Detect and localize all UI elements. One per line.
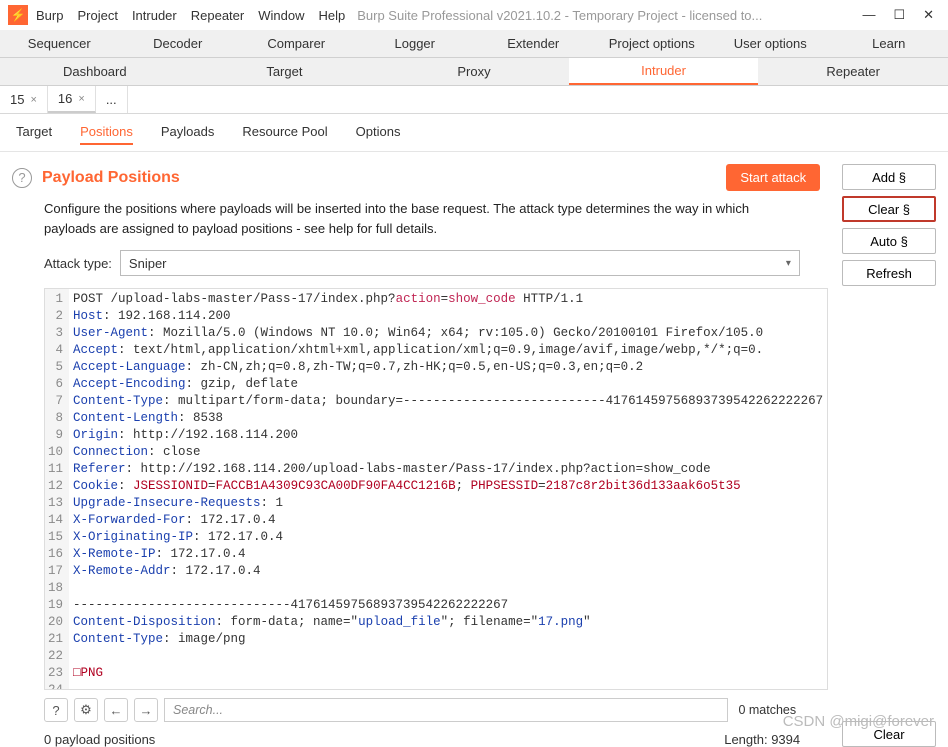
tool-tabs-row1: SequencerDecoderComparerLoggerExtenderPr… [0,30,948,58]
tab-decoder[interactable]: Decoder [119,30,238,57]
search-placeholder: Search... [173,703,223,717]
code-line: □PNG [73,665,823,682]
help-icon[interactable]: ? [44,698,68,722]
app-logo: ⚡ [8,5,28,25]
tab-extender[interactable]: Extender [474,30,593,57]
minimize-button[interactable]: — [862,7,875,23]
prev-match-button[interactable]: ← [104,698,128,722]
subtab-16[interactable]: 16 × [48,86,96,113]
gear-icon[interactable]: ⚙ [74,698,98,722]
conf-tab-options[interactable]: Options [356,120,401,145]
subtab-...[interactable]: ... [96,86,128,113]
close-icon[interactable]: × [30,94,36,106]
subtab-label: 16 [58,91,72,106]
line-gutter: 1234567891011121314151617181920212223242… [45,289,69,689]
config-tabs: Target Positions Payloads Resource Pool Opti… [0,114,948,152]
help-icon[interactable]: ? [12,168,32,188]
auto-markers-button[interactable]: Auto § [842,228,936,254]
code-line [73,580,823,597]
code-line: Cookie: JSESSIONID=FACCB1A4309C93CA00DF9… [73,478,823,495]
window-controls: — ☐ ✕ [856,7,940,23]
search-input[interactable]: Search... [164,698,728,722]
attack-type-label: Attack type: [44,256,112,271]
code-line: -----------------------------41761459756… [73,597,823,614]
code-line [73,648,823,665]
code-line: Accept: text/html,application/xhtml+xml,… [73,342,823,359]
code-line: Accept-Encoding: gzip, deflate [73,376,823,393]
attack-type-select[interactable]: Sniper ▾ [120,250,800,276]
add-marker-button[interactable]: Add § [842,164,936,190]
close-icon[interactable]: × [78,93,84,105]
subtab-label: ... [106,92,117,107]
request-length: Length: 9394 [724,732,800,747]
refresh-button[interactable]: Refresh [842,260,936,286]
intruder-subtabs: 15 × 16 ×... [0,86,948,114]
menu-intruder[interactable]: Intruder [132,8,177,23]
start-attack-button[interactable]: Start attack [726,164,820,191]
conf-tab-positions[interactable]: Positions [80,120,133,145]
tab-project-options[interactable]: Project options [593,30,712,57]
code-line: Content-Length: 8538 [73,410,823,427]
tool-tabs-row2: DashboardTargetProxyIntruderRepeater [0,58,948,86]
code-line: X-Forwarded-For: 172.17.0.4 [73,512,823,529]
tab-repeater[interactable]: Repeater [758,58,948,85]
subtab-15[interactable]: 15 × [0,86,48,113]
maximize-button[interactable]: ☐ [893,7,905,23]
tab-sequencer[interactable]: Sequencer [0,30,119,57]
clear-button[interactable]: Clear [842,721,936,747]
menu-project[interactable]: Project [77,8,117,23]
code-line: Connection: close [73,444,823,461]
code-line: X-Originating-IP: 172.17.0.4 [73,529,823,546]
tab-target[interactable]: Target [190,58,380,85]
section-heading: Payload Positions [42,169,180,187]
subtab-label: 15 [10,92,24,107]
code-line: X-Remote-Addr: 172.17.0.4 [73,563,823,580]
tab-logger[interactable]: Logger [356,30,475,57]
code-line: Content-Type: multipart/form-data; bound… [73,393,823,410]
conf-tab-target[interactable]: Target [16,120,52,145]
close-button[interactable]: ✕ [923,7,934,23]
title-bar: ⚡ BurpProjectIntruderRepeaterWindowHelp … [0,0,948,30]
tab-dashboard[interactable]: Dashboard [0,58,190,85]
tab-intruder[interactable]: Intruder [569,58,759,85]
section-description: Configure the positions where payloads w… [12,191,792,250]
request-editor[interactable]: 1234567891011121314151617181920212223242… [44,288,828,690]
main-menu: Burp Project Intruder Repeater Window Help [36,8,345,23]
menu-repeater[interactable]: Repeater [191,8,244,23]
tab-proxy[interactable]: Proxy [379,58,569,85]
menu-burp[interactable]: Burp [36,8,63,23]
tab-learn[interactable]: Learn [830,30,948,57]
code-line: User-Agent: Mozilla/5.0 (Windows NT 10.0… [73,325,823,342]
conf-tab-resource-pool[interactable]: Resource Pool [242,120,327,145]
menu-help[interactable]: Help [318,8,345,23]
code-line: POST /upload-labs-master/Pass-17/index.p… [73,291,823,308]
code-line [73,682,823,689]
chevron-down-icon: ▾ [786,258,791,269]
code-line: Content-Disposition: form-data; name="up… [73,614,823,631]
code-line: Referer: http://192.168.114.200/upload-l… [73,461,823,478]
match-count: 0 matches [734,703,800,717]
code-line: Host: 192.168.114.200 [73,308,823,325]
code-line: X-Remote-IP: 172.17.0.4 [73,546,823,563]
tab-comparer[interactable]: Comparer [237,30,356,57]
code-line: Content-Type: image/png [73,631,823,648]
code-line: Upgrade-Insecure-Requests: 1 [73,495,823,512]
payload-position-count: 0 payload positions [44,732,155,747]
code-line: Accept-Language: zh-CN,zh;q=0.8,zh-TW;q=… [73,359,823,376]
request-code[interactable]: POST /upload-labs-master/Pass-17/index.p… [69,289,827,689]
code-line: Origin: http://192.168.114.200 [73,427,823,444]
next-match-button[interactable]: → [134,698,158,722]
tab-user-options[interactable]: User options [711,30,830,57]
conf-tab-payloads[interactable]: Payloads [161,120,214,145]
menu-window[interactable]: Window [258,8,304,23]
clear-markers-button[interactable]: Clear § [842,196,936,222]
attack-type-value: Sniper [129,256,167,271]
window-title: Burp Suite Professional v2021.10.2 - Tem… [357,8,856,23]
